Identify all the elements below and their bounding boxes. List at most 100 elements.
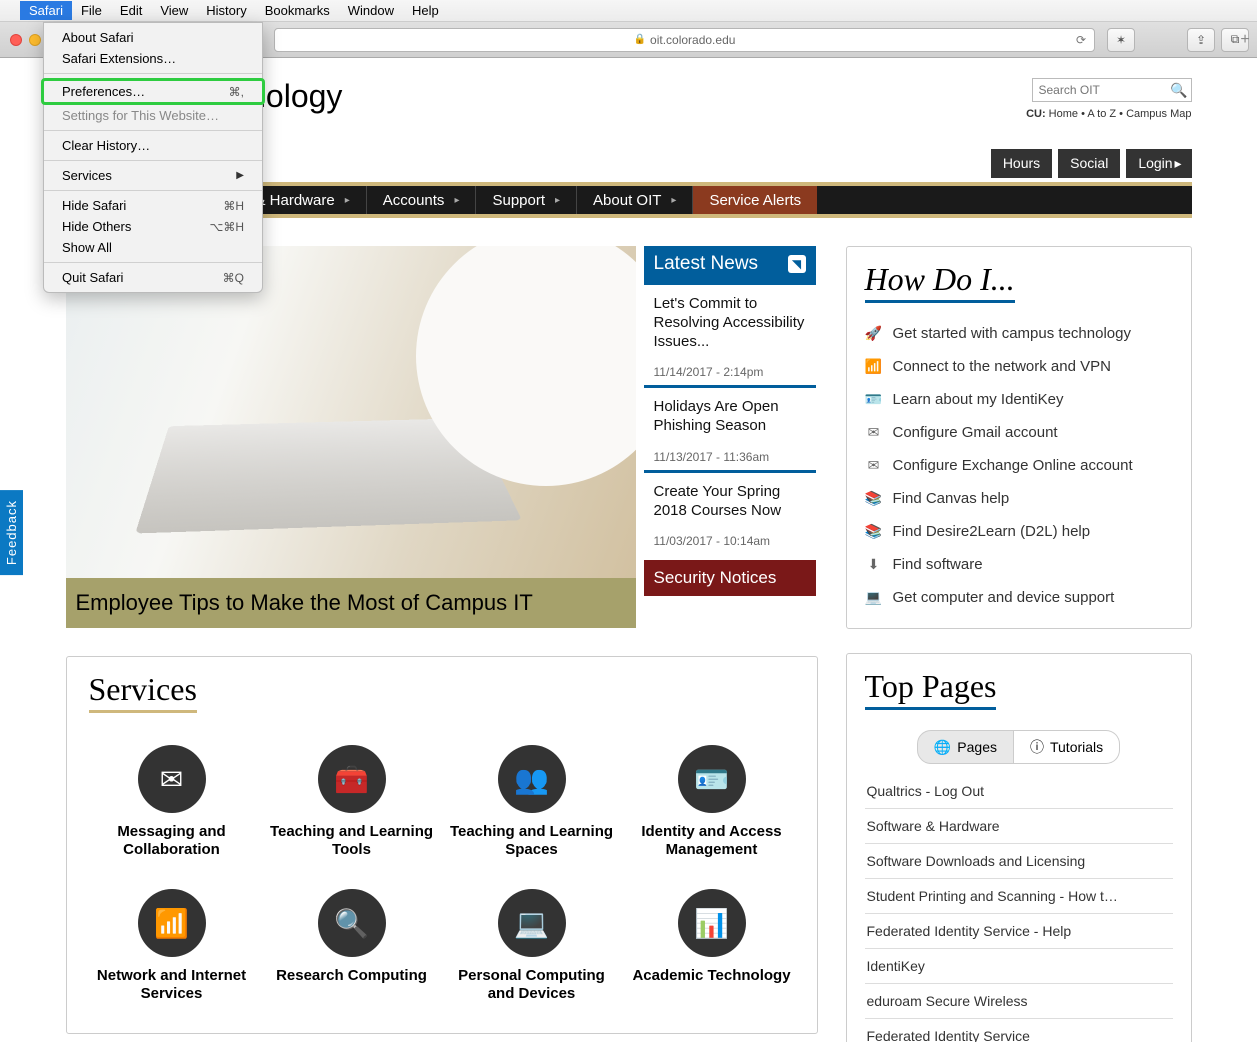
hero-caption[interactable]: Employee Tips to Make the Most of Campus…	[66, 578, 636, 628]
wifi-icon: 📶	[138, 889, 206, 957]
security-notices[interactable]: Security Notices	[644, 560, 816, 596]
menu-hide-safari[interactable]: Hide Safari ⌘H	[44, 195, 262, 216]
chevron-right-icon: ▸	[671, 195, 676, 206]
hdi-item[interactable]: 📚Find Canvas help	[865, 482, 1173, 515]
mac-menubar: Safari File Edit View History Bookmarks …	[0, 0, 1257, 22]
hero: Employee Tips to Make the Most of Campus…	[66, 246, 636, 628]
top-page-link[interactable]: IdentiKey	[865, 949, 1173, 984]
top-pages-panel: Top Pages 🌐Pages ⓘTutorials Qualtrics - …	[846, 653, 1192, 1042]
label: Safari Extensions…	[62, 51, 176, 66]
envelope-icon: ✉	[865, 457, 883, 474]
label: Preferences…	[62, 84, 145, 99]
hdi-item[interactable]: 📶Connect to the network and VPN	[865, 350, 1173, 383]
menu-services[interactable]: Services ▶	[44, 165, 262, 186]
hdi-item[interactable]: 📚Find Desire2Learn (D2L) help	[865, 515, 1173, 548]
service-label: Identity and Access Management	[629, 823, 795, 859]
preferences-highlight: Preferences… ⌘,	[41, 78, 265, 105]
top-page-link[interactable]: Software Downloads and Licensing	[865, 844, 1173, 879]
menu-view[interactable]: View	[151, 1, 197, 20]
menu-clear-history[interactable]: Clear History…	[44, 135, 262, 156]
nav-accounts[interactable]: Accounts▸	[367, 186, 477, 214]
top-pages-tabs: 🌐Pages ⓘTutorials	[865, 730, 1173, 764]
address-bar[interactable]: 🔒 oit.colorado.edu ⟳	[274, 28, 1095, 52]
menu-hide-others[interactable]: Hide Others ⌥⌘H	[44, 216, 262, 237]
share-button[interactable]: ⇪	[1187, 28, 1215, 52]
feedback-tab[interactable]: Feedback	[0, 490, 23, 575]
top-page-link[interactable]: Federated Identity Service - Help	[865, 914, 1173, 949]
top-page-link[interactable]: eduroam Secure Wireless	[865, 984, 1173, 1019]
news-link[interactable]: Let's Commit to Resolving Accessibility …	[654, 295, 808, 351]
nav-service-alerts[interactable]: Service Alerts	[693, 186, 817, 214]
book-icon: 📚	[865, 490, 883, 507]
top-page-link[interactable]: Federated Identity Service	[865, 1019, 1173, 1042]
tab-tutorials[interactable]: ⓘTutorials	[1014, 730, 1120, 764]
minimize-window-button[interactable]	[29, 34, 41, 46]
hdi-item[interactable]: 🪪Learn about my IdentiKey	[865, 383, 1173, 416]
hdi-item[interactable]: 🚀Get started with campus technology	[865, 317, 1173, 350]
shortcut: ⌘,	[229, 85, 244, 99]
service-label: Teaching and Learning Tools	[269, 823, 435, 859]
envelope-icon: ✉	[865, 424, 883, 441]
service-personal-computing[interactable]: 💻 Personal Computing and Devices	[449, 889, 615, 1003]
site-search[interactable]: 🔍	[1032, 78, 1192, 102]
menu-quit-safari[interactable]: Quit Safari ⌘Q	[44, 267, 262, 288]
top-page-link[interactable]: Software & Hardware	[865, 809, 1173, 844]
top-page-link[interactable]: Qualtrics - Log Out	[865, 774, 1173, 809]
hours-button[interactable]: Hours	[991, 149, 1052, 178]
menu-window[interactable]: Window	[339, 1, 403, 20]
service-label: Personal Computing and Devices	[449, 967, 615, 1003]
nav-about[interactable]: About OIT▸	[577, 186, 693, 214]
menu-edit[interactable]: Edit	[111, 1, 151, 20]
service-messaging[interactable]: ✉Messaging and Collaboration	[89, 745, 255, 859]
top-page-link[interactable]: Student Printing and Scanning - How t…	[865, 879, 1173, 914]
service-identity[interactable]: 🪪Identity and Access Management	[629, 745, 795, 859]
nav-support[interactable]: Support▸	[476, 186, 577, 214]
menu-preferences[interactable]: Preferences… ⌘,	[44, 81, 262, 102]
label: Services	[62, 168, 112, 183]
rss-icon[interactable]: ◥	[788, 255, 806, 273]
laptop-icon: 💻	[498, 889, 566, 957]
menu-help[interactable]: Help	[403, 1, 448, 20]
hero-image[interactable]	[66, 246, 636, 578]
menu-history[interactable]: History	[197, 1, 255, 20]
info-icon: ⓘ	[1030, 737, 1044, 757]
chevron-right-icon: ▶	[236, 170, 244, 181]
hdi-item[interactable]: ✉Configure Exchange Online account	[865, 449, 1173, 482]
chevron-right-icon: ▸	[454, 195, 459, 206]
menu-about-safari[interactable]: About Safari	[44, 27, 262, 48]
menu-file[interactable]: File	[72, 1, 111, 20]
service-learning-spaces[interactable]: 👥Teaching and Learning Spaces	[449, 745, 615, 859]
service-academic-tech[interactable]: 📊Academic Technology	[629, 889, 795, 1003]
new-tab-button[interactable]: +	[1235, 24, 1255, 56]
login-button[interactable]: Login	[1126, 149, 1191, 178]
envelope-icon: ✉	[138, 745, 206, 813]
menu-settings-website[interactable]: Settings for This Website…	[44, 105, 262, 126]
label: Hide Safari	[62, 198, 126, 213]
menu-show-all[interactable]: Show All	[44, 237, 262, 258]
hdi-item[interactable]: ⬇Find software	[865, 548, 1173, 581]
rocket-icon: 🚀	[865, 325, 883, 342]
search-icon[interactable]: 🔍	[1170, 82, 1187, 99]
news-item[interactable]: Create Your Spring 2018 Courses Now 11/0…	[644, 470, 816, 555]
menu-bookmarks[interactable]: Bookmarks	[256, 1, 339, 20]
close-window-button[interactable]	[10, 34, 22, 46]
social-button[interactable]: Social	[1058, 149, 1120, 178]
reload-icon[interactable]: ⟳	[1076, 33, 1086, 47]
tab-pages[interactable]: 🌐Pages	[917, 730, 1014, 764]
news-link[interactable]: Holidays Are Open Phishing Season	[654, 398, 808, 436]
service-research[interactable]: 🔍Research Computing	[269, 889, 435, 1003]
shortcut: ⌥⌘H	[210, 220, 245, 234]
menu-safari-extensions[interactable]: Safari Extensions…	[44, 48, 262, 69]
news-link[interactable]: Create Your Spring 2018 Courses Now	[654, 483, 808, 521]
news-item[interactable]: Holidays Are Open Phishing Season 11/13/…	[644, 385, 816, 470]
menu-safari[interactable]: Safari	[20, 1, 72, 20]
cu-links-text[interactable]: Home • A to Z • Campus Map	[1046, 108, 1192, 120]
service-network[interactable]: 📶Network and Internet Services	[89, 889, 255, 1003]
search-input[interactable]	[1032, 78, 1192, 102]
hdi-item[interactable]: ✉Configure Gmail account	[865, 416, 1173, 449]
reader-button[interactable]: ✶	[1107, 28, 1135, 52]
hdi-item[interactable]: 💻Get computer and device support	[865, 581, 1173, 614]
news-item[interactable]: Let's Commit to Resolving Accessibility …	[644, 282, 816, 385]
service-teaching-tools[interactable]: 🧰Teaching and Learning Tools	[269, 745, 435, 859]
menu-separator	[44, 262, 262, 263]
